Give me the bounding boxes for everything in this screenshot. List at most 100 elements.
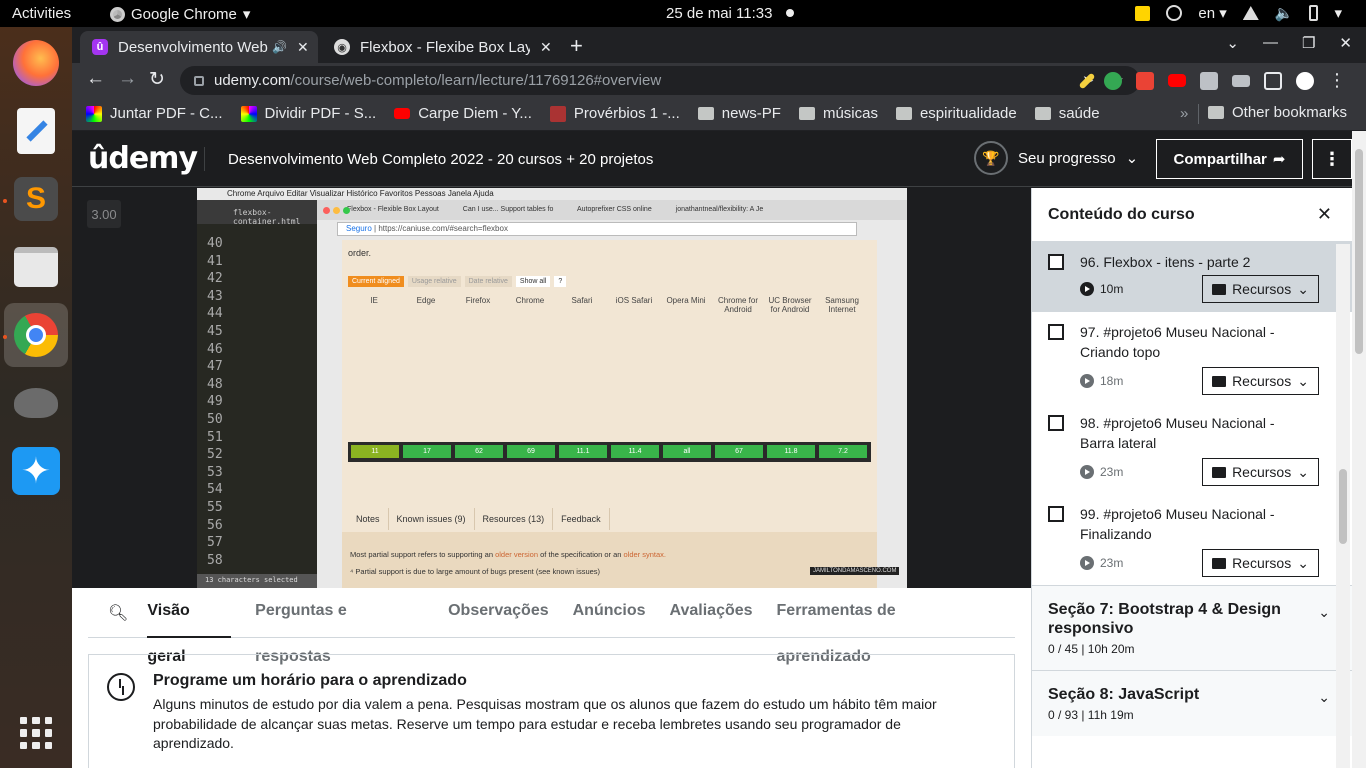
clock[interactable]: 25 de mai 11:33	[666, 5, 772, 22]
browser-tab-active[interactable]: û Desenvolvimento Web 🔊 ✕	[80, 31, 318, 63]
lock-icon[interactable]	[194, 75, 204, 86]
bookmark-item[interactable]: Juntar PDF - C...	[86, 105, 223, 122]
tab-notes[interactable]: Observações	[448, 588, 549, 638]
lecture-meta: 23m	[1080, 465, 1123, 479]
side-panel-icon[interactable]	[1264, 71, 1282, 90]
video-frame[interactable]: Chrome Arquivo Editar Visualizar Históri…	[197, 188, 907, 588]
bookmark-folder[interactable]: músicas	[798, 105, 878, 122]
play-icon	[1080, 556, 1094, 570]
chevron-down-icon: ▾	[242, 6, 251, 23]
more-options-button[interactable]: ⋮	[1312, 139, 1352, 179]
minimize-icon[interactable]: —	[1263, 34, 1278, 52]
resources-button[interactable]: Recursos ⌄	[1202, 275, 1319, 303]
udemy-logo[interactable]: ûdemy	[88, 141, 198, 176]
bookmark-item[interactable]: Dividir PDF - S...	[240, 105, 376, 122]
firefox-launcher[interactable]	[10, 37, 62, 89]
browser-tab[interactable]: ◉ Flexbox - Flexibe Box Layo ✕	[322, 31, 560, 63]
section-header[interactable]: Seção 8: JavaScript 0 / 93 | 11h 19m ⌄	[1032, 670, 1352, 736]
close-tab-icon[interactable]: ✕	[297, 39, 309, 56]
battery-icon[interactable]	[1309, 5, 1319, 21]
lecture-meta: 18m	[1080, 374, 1123, 388]
lecture-title: 99. #projeto6 Museu Nacional - Finalizan…	[1080, 506, 1275, 542]
reload-icon[interactable]: ↻	[149, 68, 165, 91]
maximize-icon[interactable]: ❐	[1302, 34, 1315, 52]
system-menu-chevron-icon[interactable]: ▾	[1334, 4, 1342, 22]
lecture-item[interactable]: 96. Flexbox - itens - parte 2 10m Recurs…	[1032, 242, 1352, 312]
lecture-checkbox[interactable]	[1048, 506, 1064, 522]
lecture-checkbox[interactable]	[1048, 415, 1064, 431]
video-player[interactable]: 3.00 Chrome Arquivo Editar Visualizar Hi…	[72, 188, 1031, 588]
resources-button[interactable]: Recursos ⌄	[1202, 458, 1319, 486]
search-icon[interactable]: 🔍︎	[88, 603, 147, 623]
files-launcher[interactable]	[10, 241, 62, 293]
close-tab-icon[interactable]: ✕	[540, 39, 552, 56]
lecture-checkbox[interactable]	[1048, 324, 1064, 340]
bookmark-label: Juntar PDF - C...	[110, 105, 223, 122]
lecture-item[interactable]: 97. #projeto6 Museu Nacional - Criando t…	[1032, 312, 1352, 403]
editor-line-number: 55	[207, 500, 223, 515]
section-info: 0 / 93 | 11h 19m	[1048, 708, 1134, 722]
plus-extension-icon[interactable]	[1104, 71, 1122, 90]
tab-search-chevron-icon[interactable]: ⌄	[1226, 34, 1239, 52]
profile-avatar-icon[interactable]	[1296, 71, 1314, 90]
badge-extension-icon[interactable]	[1136, 71, 1154, 90]
gimp-launcher[interactable]	[10, 377, 62, 429]
page-scrollbar[interactable]	[1352, 131, 1366, 768]
sublime-launcher[interactable]: S	[10, 173, 62, 225]
tab-reviews[interactable]: Avaliações	[670, 588, 753, 638]
language-indicator[interactable]: en ▾	[1198, 4, 1226, 22]
system-tray[interactable]: en ▾ 🔈 ▾	[1135, 4, 1342, 22]
scrollbar-thumb[interactable]	[1339, 469, 1347, 544]
close-window-icon[interactable]: ✕	[1339, 34, 1352, 52]
folder-icon	[1034, 107, 1051, 120]
tab-overview[interactable]: Visão geral	[147, 588, 232, 665]
other-bookmarks-folder[interactable]: Other bookmarks	[1208, 104, 1347, 121]
app-menu[interactable]: Google Chrome ▾	[110, 5, 250, 23]
network-globe-icon[interactable]	[1166, 5, 1183, 21]
chrome-launcher[interactable]	[10, 309, 62, 361]
back-arrow-icon[interactable]: ←	[86, 68, 105, 90]
progress-dropdown[interactable]: 🏆 Seu progresso ⌄	[974, 141, 1138, 175]
resources-button[interactable]: Recursos ⌄	[1202, 549, 1319, 577]
tab-learning-tools[interactable]: Ferramentas de aprendizado	[777, 588, 991, 665]
playback-speed[interactable]: 3.00	[87, 200, 121, 228]
lecture-item[interactable]: 98. #projeto6 Museu Nacional - Barra lat…	[1032, 403, 1352, 494]
sidebar-scrollbar[interactable]	[1336, 244, 1350, 768]
more-bookmarks-chevron-icon[interactable]: »	[1180, 105, 1188, 122]
media-queue-icon[interactable]	[1232, 74, 1250, 87]
section-header[interactable]: Seção 7: Bootstrap 4 & Design responsivo…	[1032, 585, 1352, 670]
wifi-icon[interactable]	[1242, 6, 1259, 20]
tab-announcements[interactable]: Anúncios	[573, 588, 646, 638]
show-applications-icon[interactable]	[20, 717, 52, 749]
editor-line-number: 47	[207, 359, 223, 375]
bookmark-folder[interactable]: saúde	[1034, 105, 1100, 122]
forward-arrow-icon[interactable]: →	[118, 68, 137, 90]
youtube-extension-icon[interactable]	[1168, 74, 1186, 87]
caniuse-button: ?	[554, 276, 567, 287]
kde-connect-launcher[interactable]: ✦	[10, 445, 62, 497]
share-button[interactable]: Compartilhar ➦	[1156, 139, 1303, 179]
lecture-item[interactable]: 99. #projeto6 Museu Nacional - Finalizan…	[1032, 494, 1352, 585]
volume-icon[interactable]: 🔈	[1275, 4, 1294, 22]
lecture-checkbox[interactable]	[1048, 254, 1064, 270]
bookmark-item[interactable]: Carpe Diem - Y...	[394, 105, 532, 122]
tab-qa[interactable]: Perguntas e respostas	[255, 588, 424, 665]
address-bar[interactable]: udemy.com/course/web-completo/learn/lect…	[180, 66, 1140, 95]
bookmark-item[interactable]: Provérbios 1 -...	[549, 105, 680, 122]
notes-icon[interactable]	[1135, 5, 1151, 21]
caniuse-note-2: ⁴ Partial support is due to large amount…	[350, 567, 601, 576]
new-tab-icon[interactable]: +	[570, 33, 583, 59]
gimp-icon	[14, 388, 58, 418]
course-title[interactable]: Desenvolvimento Web Completo 2022 - 20 c…	[228, 151, 653, 168]
extensions-puzzle-icon[interactable]	[1200, 71, 1218, 90]
scrollbar-thumb[interactable]	[1355, 149, 1363, 354]
activities-button[interactable]: Activities	[12, 5, 71, 22]
bookmark-folder[interactable]: news-PF	[697, 105, 781, 122]
bookmark-folder[interactable]: espiritualidade	[895, 105, 1017, 122]
text-editor-launcher[interactable]	[10, 105, 62, 157]
audio-playing-icon[interactable]: 🔊	[272, 40, 287, 54]
resources-button[interactable]: Recursos ⌄	[1202, 367, 1319, 395]
browser-menu-icon[interactable]: ⋮	[1328, 70, 1346, 91]
inner-window-buttons	[323, 207, 350, 214]
close-icon[interactable]: ✕	[1317, 204, 1332, 225]
